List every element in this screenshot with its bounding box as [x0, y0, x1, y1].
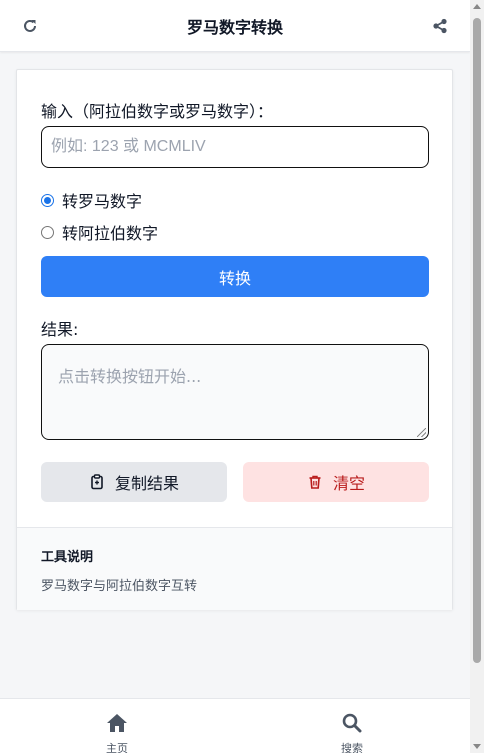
search-icon: [342, 713, 362, 737]
description-text: 罗马数字与阿拉伯数字互转: [41, 579, 198, 594]
scroll-down-arrow-icon[interactable]: [473, 744, 481, 749]
clear-button[interactable]: 清空: [243, 462, 429, 502]
converter-card: 输入（阿拉伯数字或罗马数字）： 转罗马数字 转阿拉伯数字 转换 结果: 点击转换…: [16, 69, 453, 610]
radio-to-arabic[interactable]: [41, 225, 54, 239]
page-title: 罗马数字转换: [186, 17, 283, 37]
result-placeholder: 点击转换按钮开始...: [58, 367, 202, 386]
result-label: 结果:: [41, 320, 79, 339]
result-output[interactable]: 点击转换按钮开始...: [41, 344, 429, 440]
scroll-thumb[interactable]: [473, 18, 481, 663]
nav-home-label: 主页: [106, 742, 128, 753]
radio-to-roman[interactable]: [41, 193, 54, 207]
home-icon: [106, 713, 128, 737]
option-to-arabic-label: 转阿拉伯数字: [62, 224, 159, 243]
clipboard-icon: [89, 474, 105, 490]
copy-result-label: 复制结果: [114, 474, 179, 493]
trash-icon: [307, 474, 323, 490]
nav-item-home[interactable]: 主页: [87, 713, 147, 753]
copy-result-button[interactable]: 复制结果: [41, 462, 227, 502]
nav-search-label: 搜索: [341, 742, 363, 753]
clear-label: 清空: [332, 474, 365, 493]
option-to-roman[interactable]: 转罗马数字: [41, 188, 142, 212]
tool-description: 工具说明 罗马数字与阿拉伯数字互转: [17, 527, 452, 610]
share-icon[interactable]: [430, 16, 450, 36]
bottom-nav: 主页 搜索: [0, 698, 470, 753]
resize-grip-icon[interactable]: [417, 428, 426, 437]
option-to-roman-label: 转罗马数字: [62, 192, 143, 211]
option-to-arabic[interactable]: 转阿拉伯数字: [41, 220, 158, 244]
number-input[interactable]: [41, 126, 429, 168]
page-scrollbar[interactable]: [470, 0, 484, 753]
app-header: 罗马数字转换: [0, 0, 470, 52]
nav-item-search[interactable]: 搜索: [322, 713, 382, 753]
description-title: 工具说明: [41, 550, 94, 565]
refresh-icon[interactable]: [20, 16, 40, 36]
input-label: 输入（阿拉伯数字或罗马数字）：: [41, 102, 274, 121]
convert-button[interactable]: 转换: [41, 256, 429, 297]
scroll-up-arrow-icon[interactable]: [473, 4, 481, 9]
